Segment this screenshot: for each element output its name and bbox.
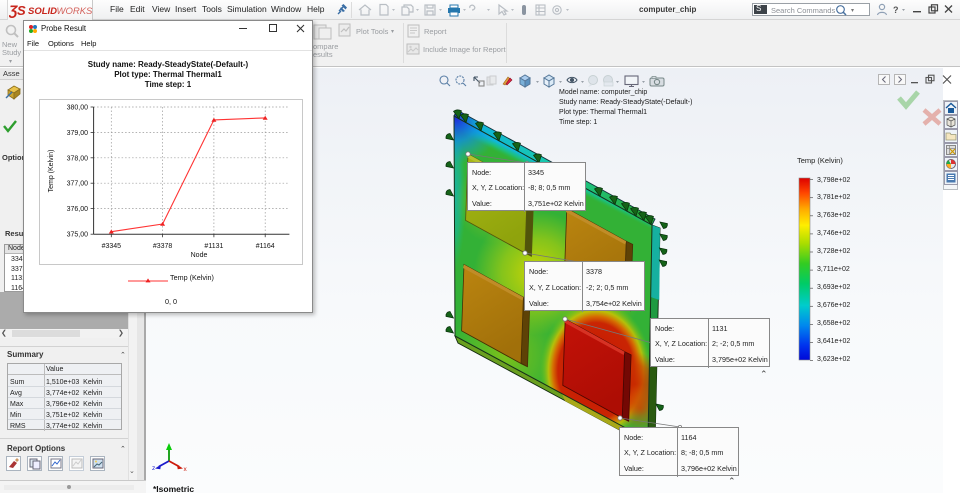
svg-text:S: S [17, 3, 26, 18]
svg-text:x: x [184, 466, 188, 473]
svg-text:#3345: #3345 [102, 243, 122, 250]
svg-text:SOLID: SOLID [28, 6, 57, 17]
svg-text:375,00: 375,00 [67, 232, 89, 239]
svg-text:Temp (Kelvin): Temp (Kelvin) [48, 150, 55, 193]
svg-text:376,00: 376,00 [67, 206, 89, 213]
svg-text:377,00: 377,00 [67, 181, 89, 188]
svg-text:379,00: 379,00 [67, 130, 89, 137]
svg-text:z: z [152, 465, 155, 472]
svg-text:378,00: 378,00 [67, 155, 89, 162]
svg-text:?: ? [893, 5, 899, 15]
svg-text:#1131: #1131 [204, 243, 223, 250]
svg-text:WORKS: WORKS [57, 6, 94, 17]
svg-text:#1164: #1164 [256, 243, 275, 250]
svg-text:Node: Node [191, 252, 208, 259]
svg-text:#3378: #3378 [153, 243, 173, 250]
svg-text:380,00: 380,00 [67, 105, 89, 112]
